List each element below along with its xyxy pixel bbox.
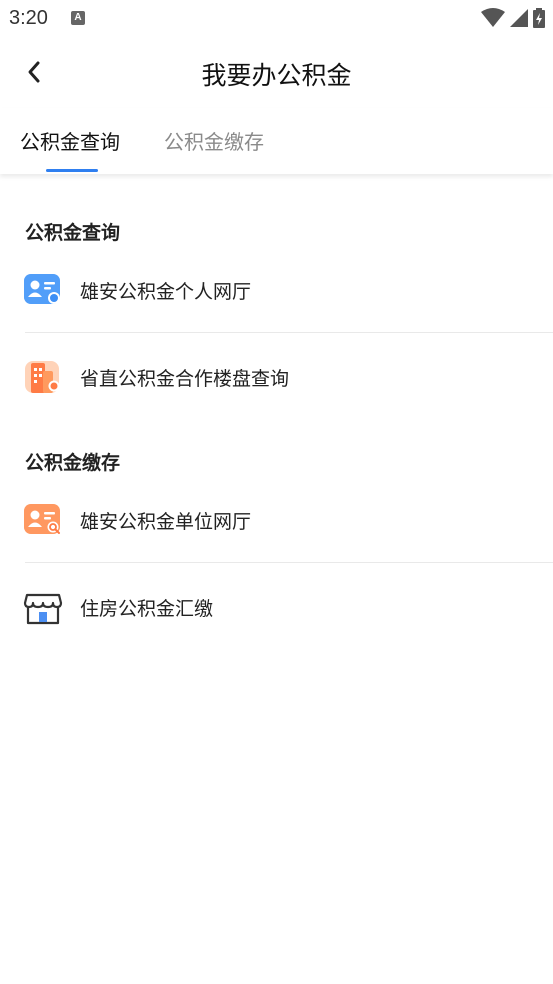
list-item-building-query[interactable]: 省直公积金合作楼盘查询	[0, 333, 553, 419]
list-item-label: 雄安公积金单位网厅	[80, 511, 252, 533]
status-bar: 3:20 A	[0, 0, 553, 38]
notification-a-icon: A	[71, 11, 85, 25]
store-icon	[23, 593, 63, 625]
battery-icon	[533, 8, 545, 28]
section-title-deposit: 公积金缴存	[25, 452, 121, 474]
list-item-label: 住房公积金汇缴	[80, 598, 214, 620]
tab-bar: 公积金查询 公积金缴存	[0, 108, 553, 174]
status-time: 3:20	[9, 7, 48, 29]
section-title-query: 公积金查询	[25, 222, 121, 244]
list-item-unit-hall[interactable]: 雄安公积金单位网厅	[0, 476, 553, 562]
unit-search-card-icon	[24, 504, 60, 534]
tab-fund-deposit[interactable]: 公积金缴存	[164, 126, 264, 155]
signal-icon	[510, 9, 528, 27]
active-tab-indicator	[46, 169, 98, 172]
page-title: 我要办公积金	[201, 61, 352, 90]
list-item-housing-fund-payment[interactable]: 住房公积金汇缴	[0, 563, 553, 649]
list-item-label: 省直公积金合作楼盘查询	[80, 368, 290, 390]
building-icon	[25, 361, 60, 393]
wifi-icon	[481, 8, 505, 27]
nav-bar: 我要办公积金	[0, 38, 553, 108]
list-item-label: 雄安公积金个人网厅	[80, 281, 252, 303]
status-icons	[481, 8, 545, 28]
tab-fund-query[interactable]: 公积金查询	[20, 126, 120, 155]
personal-id-card-icon	[24, 274, 60, 304]
list-item-personal-hall[interactable]: 雄安公积金个人网厅	[0, 246, 553, 332]
